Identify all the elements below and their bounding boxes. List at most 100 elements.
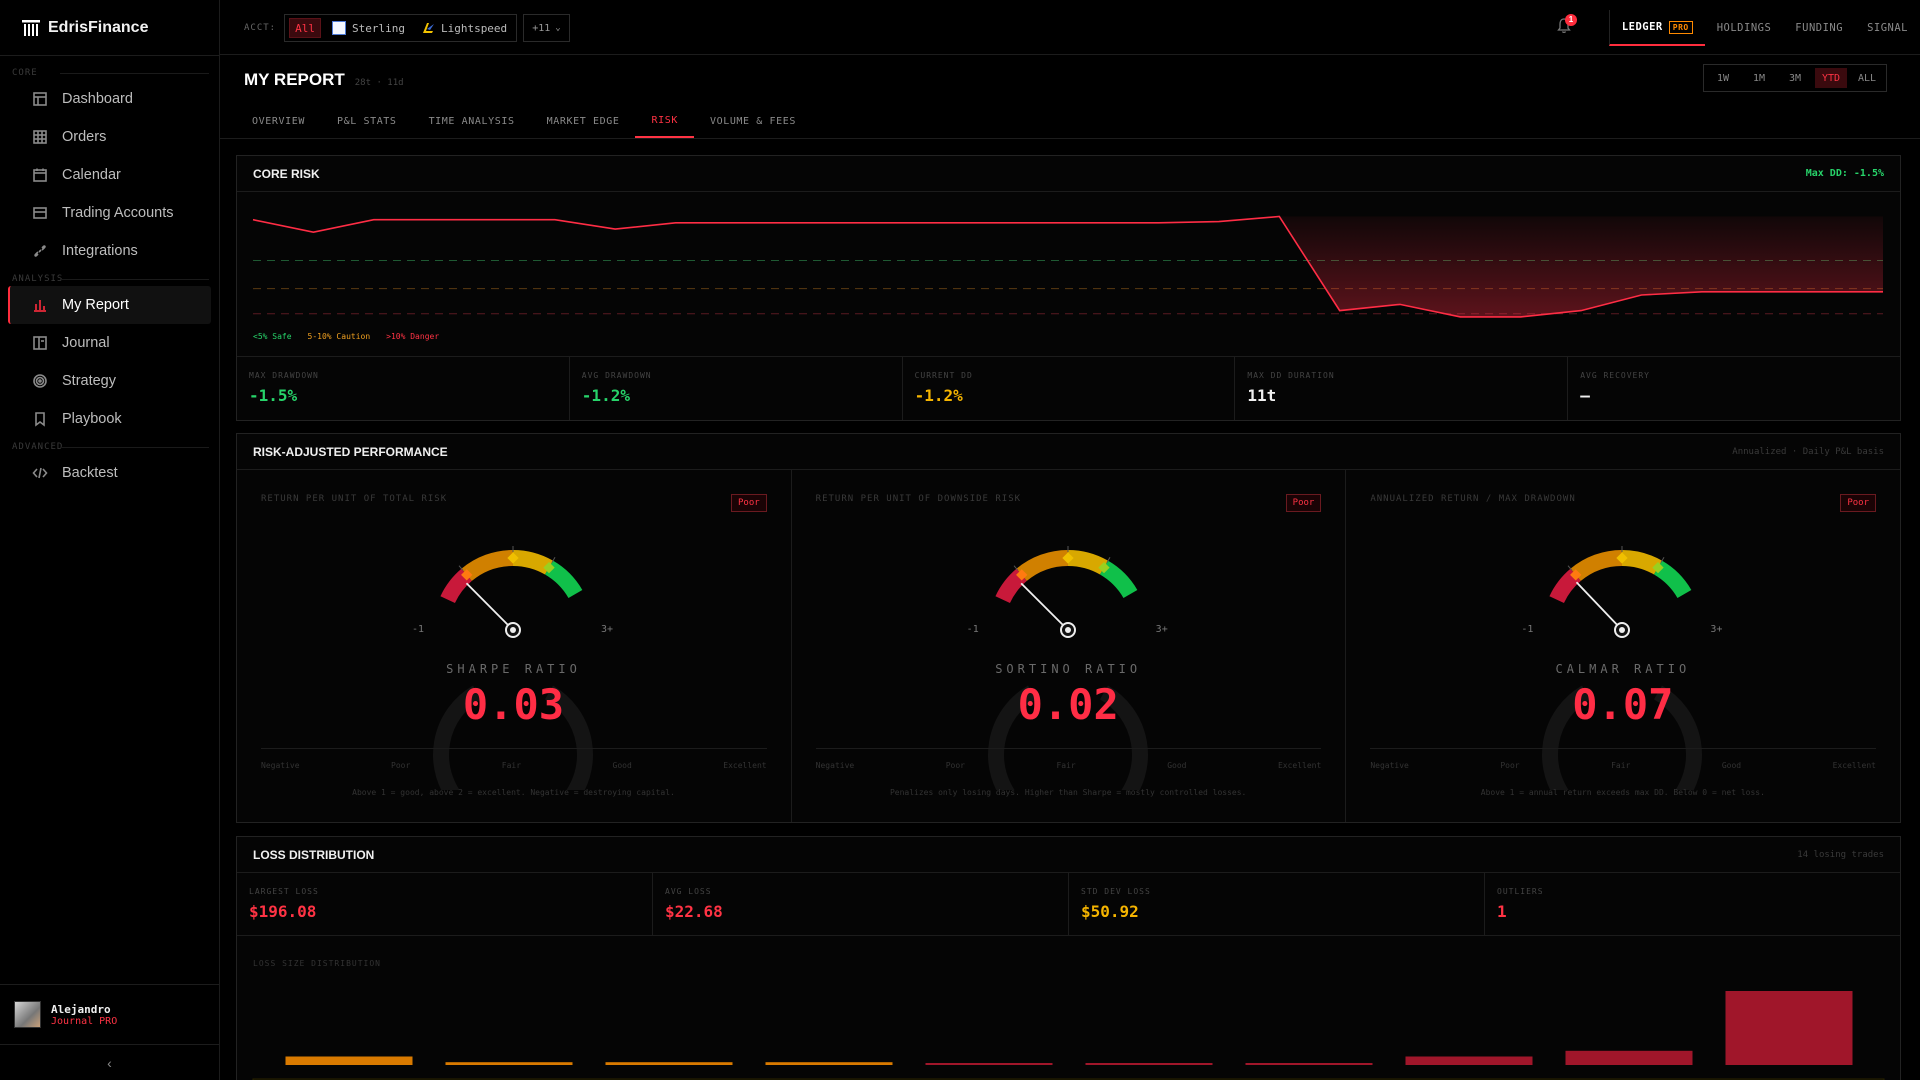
- stat-label: AVG RECOVERY: [1580, 371, 1650, 380]
- drawdown-chart: [252, 215, 1883, 318]
- loss-bar[interactable]: [1565, 1050, 1693, 1065]
- sidebar-item-dashboard[interactable]: Dashboard: [8, 80, 211, 118]
- sidebar-item-strategy[interactable]: Strategy: [8, 362, 211, 400]
- rating-badge: Poor: [1285, 494, 1322, 512]
- sidebar-item-trading-accounts[interactable]: Trading Accounts: [8, 194, 211, 232]
- gauge-scale: Negative Poor Fair Good Excellent: [815, 748, 1322, 770]
- sidebar-item-orders[interactable]: Orders: [8, 118, 211, 156]
- loss-bar[interactable]: [765, 1062, 893, 1065]
- tab-funding[interactable]: FUNDING: [1783, 10, 1855, 46]
- stat-label: AVG LOSS: [665, 887, 712, 896]
- stat-card: AVG LOSS $22.68: [653, 873, 1069, 935]
- stat-card: LARGEST LOSS $196.08: [237, 873, 653, 935]
- panel-header: CORE RISK Max DD: -1.5%: [237, 156, 1900, 192]
- acct-label: ACCT:: [244, 23, 277, 33]
- stat-label: OUTLIERS: [1497, 887, 1544, 896]
- range-ytd[interactable]: YTD: [1815, 68, 1847, 88]
- subtab-p-l-stats[interactable]: P&L STATS: [321, 104, 413, 138]
- loss-bar[interactable]: [1725, 991, 1853, 1065]
- gauge-min-label: -1: [412, 624, 425, 635]
- sidebar-item-calendar[interactable]: Calendar: [8, 156, 211, 194]
- grid-icon: [33, 130, 47, 144]
- loss-bar[interactable]: [605, 1062, 733, 1065]
- nav-section-label: ANALYSIS: [0, 272, 219, 286]
- sidebar-item-integrations[interactable]: Integrations: [8, 232, 211, 270]
- scale-label: Excellent: [723, 761, 767, 770]
- account-chip-sterling[interactable]: Sterling: [327, 18, 410, 38]
- nav-section-label: ADVANCED: [0, 440, 219, 454]
- sidebar-item-my-report[interactable]: My Report: [8, 286, 211, 324]
- loss-bar[interactable]: [1245, 1063, 1373, 1065]
- more-accounts-dropdown[interactable]: +11 ⌄: [523, 14, 570, 42]
- sterling-logo-icon: [331, 21, 346, 35]
- risk-adjusted-panel: RISK-ADJUSTED PERFORMANCE Annualized · D…: [236, 433, 1901, 823]
- gauge-name: SORTINO RATIO: [995, 662, 1142, 676]
- range-all[interactable]: ALL: [1851, 68, 1883, 88]
- tab-holdings[interactable]: HOLDINGS: [1705, 10, 1784, 46]
- scale-label: Good: [612, 761, 632, 770]
- account-chips: All Sterling Lightspeed: [284, 14, 518, 42]
- scale-label: Good: [1167, 761, 1187, 770]
- gauge-segment: [1099, 560, 1138, 599]
- loss-bar[interactable]: [925, 1063, 1053, 1065]
- stat-card: MAX DD DURATION 11t: [1235, 357, 1569, 420]
- range-1w[interactable]: 1W: [1707, 68, 1739, 88]
- gauge-min-label: -1: [966, 624, 979, 635]
- loss-bar[interactable]: [1085, 1063, 1213, 1065]
- user-profile[interactable]: Alejandro Journal PRO: [0, 984, 219, 1044]
- subtab-market-edge[interactable]: MARKET EDGE: [531, 104, 636, 138]
- scale-label: Good: [1721, 761, 1742, 770]
- collapse-sidebar-button[interactable]: ‹: [0, 1044, 219, 1080]
- sidebar-item-label: Journal: [62, 335, 110, 351]
- tab-ledger[interactable]: LEDGER PRO: [1608, 10, 1705, 46]
- gauge-value: 0.02: [1017, 680, 1119, 729]
- sidebar-item-playbook[interactable]: Playbook: [8, 400, 211, 438]
- gauge-min-label: -1: [1521, 624, 1534, 635]
- gauge-name: SHARPE RATIO: [446, 662, 581, 676]
- gauge-row: RETURN PER UNIT OF TOTAL RISK Poor -1 3+ SHA…: [237, 470, 1900, 822]
- scale-label: Excellent: [1832, 761, 1876, 770]
- subtab-risk[interactable]: RISK: [635, 104, 694, 138]
- avatar: [14, 1001, 41, 1028]
- bookmark-icon: [35, 412, 45, 427]
- gauge-needle: [465, 582, 514, 631]
- notifications-button[interactable]: 1: [1557, 14, 1577, 39]
- scale-label: Fair: [501, 761, 522, 770]
- scale-label: Poor: [945, 761, 965, 770]
- pro-badge: PRO: [1668, 20, 1693, 34]
- loss-bar[interactable]: [285, 1056, 413, 1066]
- panel-title: RISK-ADJUSTED PERFORMANCE: [253, 444, 448, 459]
- subtab-overview[interactable]: OVERVIEW: [236, 104, 321, 138]
- sidebar-item-backtest[interactable]: Backtest: [8, 454, 211, 492]
- tab-signal[interactable]: SIGNAL: [1855, 10, 1920, 46]
- scale-label: Fair: [1611, 761, 1631, 770]
- range-3m[interactable]: 3M: [1779, 68, 1811, 88]
- account-chip-label: Sterling: [351, 21, 405, 35]
- loss-bar[interactable]: [1405, 1056, 1533, 1066]
- gauge-card: RETURN PER UNIT OF TOTAL RISK Poor -1 3+ SHA…: [237, 470, 792, 822]
- loss-bar[interactable]: [445, 1062, 573, 1065]
- brand[interactable]: EdrisFinance: [0, 0, 219, 56]
- gauge-segment: [1016, 549, 1068, 582]
- account-chip-all[interactable]: All: [289, 18, 321, 38]
- stat-label: MAX DRAWDOWN: [249, 371, 319, 380]
- account-selector: ACCT: All Sterling Lightspeed +11 ⌄: [244, 14, 570, 42]
- subtab-time-analysis[interactable]: TIME ANALYSIS: [413, 104, 531, 138]
- stat-label: STD DEV LOSS: [1081, 887, 1151, 896]
- gauge-segment: [1654, 560, 1692, 599]
- gauge-card: RETURN PER UNIT OF DOWNSIDE RISK Poor -1 3+…: [792, 470, 1347, 822]
- gauge-max-label: 3+: [1155, 624, 1168, 635]
- account-chip-lightspeed[interactable]: Lightspeed: [416, 18, 512, 38]
- sidebar-item-label: Backtest: [62, 465, 118, 481]
- target-icon: [33, 374, 47, 388]
- sidebar-item-label: Strategy: [62, 373, 116, 389]
- subtab-volume-fees[interactable]: VOLUME & FEES: [694, 104, 812, 138]
- range-1m[interactable]: 1M: [1743, 68, 1775, 88]
- sidebar-item-journal[interactable]: Journal: [8, 324, 211, 362]
- sidebar-item-label: Trading Accounts: [62, 205, 174, 221]
- gauge-max-label: 3+: [601, 624, 614, 635]
- calendar-icon: [33, 168, 47, 182]
- chevron-down-icon: ⌄: [555, 23, 561, 33]
- panel-header: LOSS DISTRIBUTION 14 losing trades: [237, 837, 1900, 873]
- gauge-segment: [1067, 549, 1108, 575]
